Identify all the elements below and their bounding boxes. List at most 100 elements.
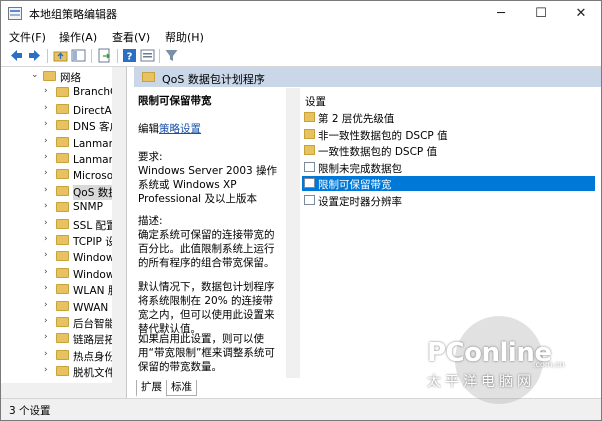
expand-right-icon[interactable]: › [44,168,52,178]
tree-item[interactable]: › WWAN 服务 [1,299,126,315]
description-paragraph-1: 确定系统可保留的连接带宽的百分比。此值限制系统上运行的所有程序的组合带宽保留。 [138,229,275,269]
export-icon[interactable] [97,48,112,63]
up-folder-icon[interactable] [53,48,68,63]
filter-icon[interactable] [164,48,179,63]
tree-item[interactable]: ›SSL 配置设置 [1,217,126,233]
menu-file[interactable]: 文件(F) [9,29,46,45]
folder-icon [304,128,315,139]
setting-title: 限制可保留带宽 [138,95,212,107]
help-icon[interactable]: ? [122,48,137,63]
toolbar: ? [1,46,601,67]
tree-item[interactable]: › 脱机文件 [1,364,115,380]
expand-right-icon[interactable]: › [44,300,52,310]
tab-standard[interactable]: 标准 [166,380,197,396]
policy-setting-icon [304,178,315,189]
svg-text:?: ? [127,52,133,63]
folder-icon [56,284,69,295]
expand-right-icon[interactable]: › [44,267,52,277]
requirements-label: 要求: [138,151,163,163]
tree-item[interactable]: › SNMP [1,200,112,216]
watermark-chinese: 太平洋电脑网 [427,374,535,390]
list-item[interactable]: 第 2 层优先级值 [302,110,595,125]
title-bar: 本地组策略编辑器 ─ ☐ ✕ [1,1,601,27]
tree-item[interactable]: ›热点身份验证 [1,348,126,364]
expand-right-icon[interactable]: › [44,136,52,146]
expand-right-icon[interactable]: › [44,365,52,375]
properties-icon[interactable] [140,48,155,63]
expand-right-icon[interactable]: › [44,349,52,359]
folder-icon [56,153,69,163]
list-item[interactable]: 限制未完成数据包 [302,160,595,175]
menu-help[interactable]: 帮助(H) [165,29,204,45]
list-item-label: 第 2 层优先级值 [318,113,395,125]
view-tabs: 扩展 标准 [134,380,294,398]
show-hide-tree-icon[interactable] [71,48,86,63]
tree-item[interactable]: ›DirectAccess 客户端体验设置 [1,102,126,118]
expand-right-icon[interactable]: › [44,283,52,293]
expand-down-icon[interactable]: ⌄ [31,70,39,80]
folder-icon [56,169,69,180]
list-item[interactable]: 非一致性数据包的 DSCP 值 [302,127,595,142]
expand-right-icon[interactable]: › [44,218,52,228]
list-item[interactable]: 限制可保留带宽 [302,176,595,192]
tree-item[interactable]: ›后台智能传输服务(BITS) [1,315,126,331]
tree-item[interactable]: ›QoS 数据包计划程序 [1,184,126,200]
app-icon [8,7,22,20]
folder-icon [304,112,315,122]
tree-item[interactable]: ›BranchCache [1,85,126,101]
list-item[interactable]: 设置定时器分辨率 [302,193,595,208]
maximize-button[interactable]: ☐ [521,1,561,27]
description-paragraph-3: 如果启用此设置，则可以使用“带宽限制”框来调整系统可保留的带宽数量。 [138,333,275,373]
folder-icon [142,72,155,82]
tab-extended[interactable]: 扩展 [136,380,167,397]
list-item[interactable]: 一致性数据包的 DSCP 值 [302,143,595,158]
description-vertical-scrollbar[interactable] [286,88,300,378]
menu-bar: 文件(F) 操作(A) 查看(V) 帮助(H) [1,27,601,46]
edit-policy-link[interactable]: 策略设置 [159,123,201,135]
close-button[interactable]: ✕ [561,1,601,27]
expand-right-icon[interactable]: › [44,86,52,96]
folder-icon [304,145,315,156]
tree-item[interactable]: › TCPIP 设置 [1,233,126,249]
folder-icon [56,87,69,98]
expand-right-icon[interactable]: › [44,234,52,244]
tree-vertical-scrollbar[interactable] [112,67,126,383]
expand-right-icon[interactable]: › [44,316,52,326]
tree-item[interactable]: ›Lanman 工作站 [1,151,126,167]
tree-item[interactable]: › WLAN 服务 [1,282,126,298]
expand-right-icon[interactable]: › [44,250,52,260]
description-paragraph-2: 默认情况下，数据包计划程序将系统限制在 20% 的连接带宽之内，但可以使用此设置… [138,281,275,335]
window-title: 本地组策略编辑器 [29,8,117,21]
description-label: 描述: [138,215,163,227]
expand-right-icon[interactable]: › [44,103,52,113]
expand-right-icon[interactable]: › [44,119,52,129]
tree-item[interactable]: › DNS 客户端 [1,118,126,134]
expand-right-icon[interactable]: › [44,332,52,342]
tree-item[interactable]: ›Windows 连接管理器 [1,266,126,282]
tree-item-label: SNMP [73,201,103,214]
list-column-header[interactable]: 设置 [305,94,326,109]
tree-horizontal-scrollbar[interactable] [1,383,126,398]
list-item-label: 一致性数据包的 DSCP 值 [318,146,438,159]
tree-item[interactable]: ›Lanman 服务器 [1,135,126,151]
menu-action[interactable]: 操作(A) [59,29,97,45]
status-text: 3 个设置 [9,405,51,417]
detail-header: QoS 数据包计划程序 [134,67,601,87]
tree-item[interactable]: ›Microsoft 对等网络服务 [1,167,126,183]
expand-right-icon[interactable]: › [44,201,52,211]
folder-icon [56,251,69,262]
minimize-button[interactable]: ─ [481,1,521,27]
folder-icon [56,120,69,131]
folder-icon [56,349,69,360]
tree-item[interactable]: ⌄ 网络 [1,69,112,85]
expand-right-icon[interactable]: › [44,185,52,195]
folder-icon [56,267,69,278]
back-icon[interactable] [9,48,24,63]
menu-view[interactable]: 查看(V) [112,29,150,45]
expand-right-icon[interactable]: › [44,152,52,162]
forward-icon[interactable] [27,48,42,63]
tree-item[interactable]: ›Windows 即时连接 [1,249,126,265]
tree-item[interactable]: ›链路层拓扑发现 [1,331,126,347]
policy-setting-icon [304,195,315,205]
edit-prefix: 编辑 [138,123,159,135]
